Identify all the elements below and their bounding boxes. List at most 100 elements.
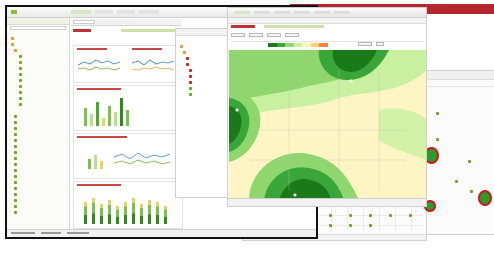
- bar-chart-panel: [73, 85, 183, 131]
- heatmap: [229, 50, 426, 200]
- filter-select[interactable]: [267, 33, 281, 37]
- right-window-toolbar: [426, 80, 494, 87]
- plant-icon[interactable]: [14, 181, 17, 184]
- plant-icon[interactable]: [19, 55, 22, 58]
- filter-select[interactable]: [249, 33, 263, 37]
- plant-icon[interactable]: [19, 91, 22, 94]
- filter-select[interactable]: [285, 33, 299, 37]
- bar: [88, 159, 91, 169]
- plant-icon[interactable]: [349, 214, 352, 217]
- zoom-select[interactable]: [358, 42, 372, 46]
- trend-chart: [88, 152, 171, 169]
- plant-icon[interactable]: [189, 81, 192, 84]
- plant-icon[interactable]: [389, 214, 392, 217]
- map-statusbar: [228, 198, 426, 206]
- plant-icon[interactable]: [19, 67, 22, 70]
- map-breadcrumb: [264, 25, 324, 28]
- plant-icon[interactable]: [349, 224, 352, 227]
- folder-icon[interactable]: [11, 37, 14, 40]
- plant-icon[interactable]: [409, 214, 412, 217]
- settings-button[interactable]: [376, 42, 384, 46]
- tab-settings[interactable]: [117, 20, 135, 24]
- dashboard-header: [71, 28, 181, 34]
- bar: [100, 204, 103, 224]
- plant-icon[interactable]: [14, 211, 17, 214]
- bar: [92, 198, 95, 224]
- plant-icon[interactable]: [14, 115, 17, 118]
- plant-icon[interactable]: [436, 112, 439, 115]
- plant-icon[interactable]: [189, 87, 192, 90]
- menu-item[interactable]: [139, 10, 159, 14]
- folder-icon[interactable]: [11, 43, 14, 46]
- plant-icon[interactable]: [14, 199, 17, 202]
- plant-icon[interactable]: [14, 193, 17, 196]
- plant-icon[interactable]: [14, 157, 17, 160]
- plant-icon[interactable]: [189, 69, 192, 72]
- plant-icon[interactable]: [19, 61, 22, 64]
- menu-item[interactable]: [254, 11, 270, 14]
- map-title: [231, 25, 255, 28]
- plant-icon[interactable]: [436, 138, 439, 141]
- plant-icon[interactable]: [329, 214, 332, 217]
- menu-item[interactable]: [274, 11, 290, 14]
- plant-icon[interactable]: [14, 121, 17, 124]
- series-line: [113, 159, 171, 165]
- plant-icon[interactable]: [14, 127, 17, 130]
- folder-icon[interactable]: [14, 49, 17, 52]
- plant-icon[interactable]: [19, 73, 22, 76]
- bar: [84, 108, 87, 126]
- plant-icon[interactable]: [14, 145, 17, 148]
- bar: [102, 118, 105, 126]
- plant-icon[interactable]: [14, 139, 17, 142]
- panel-title: [132, 48, 162, 50]
- plant-icon[interactable]: [14, 151, 17, 154]
- page-subtitle: [121, 29, 176, 32]
- plant-icon[interactable]: [369, 214, 372, 217]
- series-line: [113, 152, 171, 160]
- plant-icon[interactable]: [186, 57, 189, 60]
- plant-icon[interactable]: [19, 79, 22, 82]
- panel-title: [77, 136, 127, 138]
- panel-title: [77, 88, 121, 90]
- map-menu-bar: [228, 8, 426, 18]
- menu-item[interactable]: [314, 11, 330, 14]
- plant-icon[interactable]: [470, 190, 473, 193]
- tree-search[interactable]: [10, 26, 66, 30]
- plant-icon[interactable]: [14, 163, 17, 166]
- status-item: [41, 232, 61, 234]
- menu-item[interactable]: [71, 10, 91, 14]
- panel-title: [77, 184, 121, 186]
- menu-item[interactable]: [117, 10, 135, 14]
- alert-marker-icon[interactable]: [478, 190, 492, 206]
- series-line: [77, 66, 121, 71]
- plant-icon[interactable]: [19, 103, 22, 106]
- plant-icon[interactable]: [14, 205, 17, 208]
- plant-icon[interactable]: [468, 160, 471, 163]
- filter-select[interactable]: [231, 33, 245, 37]
- plant-icon[interactable]: [369, 224, 372, 227]
- line-chart: [77, 59, 175, 71]
- bar: [120, 98, 123, 126]
- plant-icon[interactable]: [19, 85, 22, 88]
- plant-icon[interactable]: [329, 224, 332, 227]
- folder-icon[interactable]: [180, 45, 183, 48]
- plant-icon[interactable]: [14, 175, 17, 178]
- tab-dashboard[interactable]: [73, 20, 95, 24]
- plant-icon[interactable]: [14, 133, 17, 136]
- menu-item[interactable]: [95, 10, 113, 14]
- tab-overview[interactable]: [97, 20, 115, 24]
- plant-icon[interactable]: [14, 187, 17, 190]
- plant-icon[interactable]: [14, 169, 17, 172]
- folder-icon[interactable]: [183, 51, 186, 54]
- plant-icon[interactable]: [186, 63, 189, 66]
- plant-icon[interactable]: [189, 93, 192, 96]
- plant-icon[interactable]: [455, 180, 458, 183]
- plant-icon[interactable]: [19, 97, 22, 100]
- bar: [116, 206, 119, 224]
- panel-title: [77, 48, 107, 50]
- plant-icon[interactable]: [189, 75, 192, 78]
- menu-item[interactable]: [234, 11, 250, 14]
- bar: [126, 110, 129, 126]
- menu-item[interactable]: [334, 11, 350, 14]
- menu-item[interactable]: [294, 11, 310, 14]
